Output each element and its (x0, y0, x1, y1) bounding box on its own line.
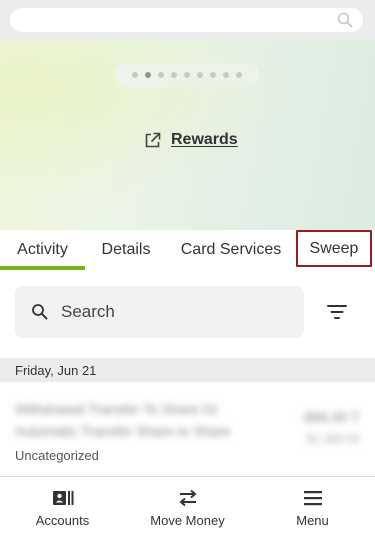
bottom-navigation: Accounts Move Money Menu (0, 476, 375, 535)
nav-accounts-label: Accounts (35, 513, 90, 528)
search-icon[interactable] (337, 12, 353, 28)
tab-details-label: Details (101, 241, 151, 258)
rewards-link[interactable]: Rewards (144, 130, 238, 150)
carousel-dot-active[interactable] (145, 72, 151, 78)
tab-card-services-label: Card Services (180, 241, 282, 258)
nav-menu-label: Menu (296, 513, 329, 528)
carousel-dot[interactable] (184, 72, 190, 78)
transaction-amount: -$96.90 T (300, 409, 360, 425)
external-link-icon (145, 132, 161, 147)
carousel-dot[interactable] (236, 72, 242, 78)
transaction-description: Withdrawal Transfer To Share 01 Automati… (15, 401, 231, 439)
tab-activity[interactable]: Activity (0, 230, 85, 270)
nav-move-money[interactable]: Move Money (125, 477, 250, 535)
search-icon (32, 304, 48, 320)
search-placeholder: Search (61, 302, 115, 321)
carousel-dot[interactable] (210, 72, 216, 78)
carousel-dot[interactable] (197, 72, 203, 78)
carousel-dot[interactable] (158, 72, 164, 78)
carousel-dot[interactable] (132, 72, 138, 78)
rewards-label[interactable]: Rewards (171, 131, 238, 149)
tab-activity-label: Activity (17, 241, 68, 258)
filter-icon[interactable] (326, 302, 348, 322)
tab-details[interactable]: Details (92, 230, 160, 270)
date-group-header: Friday, Jun 21 (0, 358, 375, 382)
nav-accounts[interactable]: Accounts (0, 477, 125, 535)
hero-banner: Rewards (0, 40, 375, 230)
activity-search-input[interactable]: Search (15, 286, 304, 338)
activity-search-row: Search (0, 270, 375, 358)
top-search-input[interactable] (10, 8, 363, 32)
nav-move-money-label: Move Money (150, 513, 225, 528)
nav-menu[interactable]: Menu (250, 477, 375, 535)
transfer-arrows-icon (178, 489, 197, 507)
transaction-amount-block: -$96.90 T $1,389.00 (300, 406, 360, 450)
transaction-row[interactable]: Withdrawal Transfer To Share 01 Automati… (0, 382, 375, 476)
hamburger-menu-icon (303, 491, 322, 506)
date-header-label: Friday, Jun 21 (15, 362, 97, 378)
account-tabs: Activity Details Card Services Sweep (0, 230, 375, 270)
carousel-dot[interactable] (223, 72, 229, 78)
tab-sweep[interactable]: Sweep (296, 230, 372, 267)
top-search-bar-container (0, 0, 375, 40)
transaction-category: Uncategorized (15, 448, 99, 463)
accounts-icon (52, 491, 73, 505)
carousel-pagination[interactable] (115, 63, 259, 87)
tab-sweep-label: Sweep (309, 239, 359, 257)
transaction-balance: $1,389.00 (306, 432, 360, 446)
tab-card-services[interactable]: Card Services (176, 230, 286, 270)
carousel-dot[interactable] (171, 72, 177, 78)
